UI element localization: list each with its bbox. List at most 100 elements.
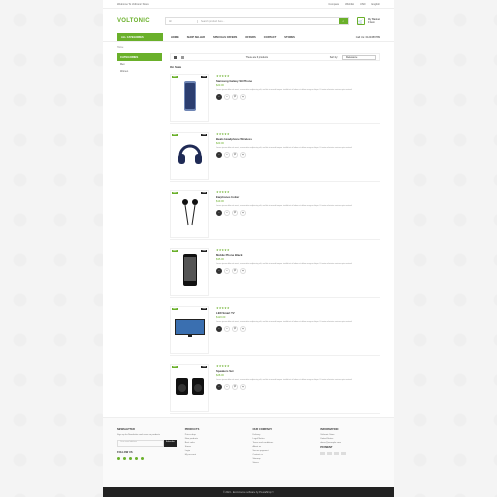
compare-icon[interactable]: ⇄ — [232, 209, 238, 216]
heart-icon[interactable]: ♥ — [224, 93, 230, 100]
product-item[interactable]: New Sale ★★★★★ Earphones In-Ear $19.00 L… — [170, 187, 380, 240]
quick-view-icon[interactable]: ◉ — [240, 209, 246, 216]
language-select[interactable]: English — [371, 3, 380, 6]
footer-link[interactable]: Sitemap — [253, 458, 313, 460]
product-price: $35.00 — [216, 258, 224, 261]
footer-link[interactable]: Stores — [185, 446, 245, 448]
heart-icon[interactable]: ♥ — [224, 209, 230, 216]
wishlist-link[interactable]: Wishlist — [345, 3, 354, 6]
sale-badge: Sale — [201, 76, 207, 78]
footer-link[interactable]: Contact us — [253, 454, 313, 456]
product-image[interactable]: New Sale — [170, 74, 209, 122]
main-area: CATEGORIES Men Women There are 6 product… — [103, 49, 394, 430]
cart-icon: 🛒 — [356, 17, 365, 25]
product-price: $120.00 — [216, 316, 226, 319]
footer-link[interactable]: Secure payment — [253, 450, 313, 452]
quick-view-icon[interactable]: ◉ — [240, 151, 246, 158]
footer-link[interactable]: Terms and conditions — [253, 442, 313, 444]
sidebar-item-women[interactable]: Women — [117, 68, 162, 75]
quick-view-icon[interactable]: ◉ — [240, 93, 246, 100]
footer-newsletter: NEWSLETTER Sign up for Newsletter and sa… — [117, 428, 177, 487]
footer-link[interactable]: My account — [185, 454, 245, 456]
product-name[interactable]: Speakers Set — [216, 369, 380, 373]
new-badge: New — [172, 192, 178, 194]
heart-icon[interactable]: ♥ — [224, 151, 230, 158]
footer-link[interactable]: Best sales — [185, 442, 245, 444]
sale-badge: Sale — [201, 250, 207, 252]
product-item[interactable]: New Sale ★★★★★ Mobile Phone Black $35.00… — [170, 245, 380, 298]
product-item[interactable]: New Sale ★★★★★ Speakers Set $28.00 Lorem… — [170, 361, 380, 414]
quick-view-icon[interactable]: ◉ — [240, 383, 246, 390]
product-image[interactable]: New Sale — [170, 364, 209, 412]
footer-link[interactable]: Prices drop — [185, 434, 245, 436]
currency-select[interactable]: USD — [360, 3, 365, 6]
quick-view-icon[interactable]: ◉ — [240, 267, 246, 274]
quick-view-icon[interactable]: ◉ — [240, 325, 246, 332]
rss-icon[interactable] — [129, 457, 132, 460]
compare-icon[interactable]: ⇄ — [232, 93, 238, 100]
newsletter-email-field[interactable]: Your email address — [117, 440, 164, 447]
product-name[interactable]: Mobile Phone Black — [216, 253, 380, 257]
facebook-icon[interactable] — [117, 457, 120, 460]
logo[interactable]: VOLTONIC — [117, 18, 157, 24]
product-name[interactable]: Earphones In-Ear — [216, 195, 380, 199]
search-input[interactable]: Search product here... — [198, 20, 339, 23]
compare-link[interactable]: Compare — [328, 3, 339, 6]
copyright: © 2024 - Ecommerce software by PrestaSho… — [103, 487, 394, 497]
subscribe-button[interactable]: Subscribe — [163, 440, 177, 447]
youtube-icon[interactable] — [135, 457, 138, 460]
search-category-select[interactable]: All — [166, 19, 198, 23]
nav-item-specials[interactable]: SPECIALS OFFERS — [213, 36, 237, 39]
product-image[interactable]: New Sale — [170, 248, 209, 296]
footer-link[interactable]: Stores — [253, 462, 313, 464]
sidebar-item-men[interactable]: Men — [117, 61, 162, 68]
grid-view-icon[interactable] — [174, 55, 177, 59]
product-name[interactable]: Beats Headphone Wireless — [216, 137, 380, 141]
new-badge: New — [172, 308, 178, 310]
add-to-cart-icon[interactable]: + — [216, 383, 222, 390]
product-name[interactable]: Samsung Galaxy S9 Phone — [216, 79, 380, 83]
heart-icon[interactable]: ♥ — [224, 383, 230, 390]
compare-icon[interactable]: ⇄ — [232, 325, 238, 332]
footer-link[interactable]: Delivery — [253, 434, 313, 436]
compare-icon[interactable]: ⇄ — [232, 267, 238, 274]
product-image[interactable]: New Sale — [170, 190, 209, 238]
sort-select[interactable]: Relevance — [341, 54, 376, 60]
breadcrumb[interactable]: Home — [103, 42, 394, 49]
twitter-icon[interactable] — [123, 457, 126, 460]
instagram-icon[interactable] — [141, 457, 144, 460]
add-to-cart-icon[interactable]: + — [216, 209, 222, 216]
search-button[interactable]: ⌕ — [338, 18, 348, 24]
product-price: $28.00 — [216, 374, 224, 377]
nav-item-contact[interactable]: CONTACT — [264, 36, 277, 39]
product-name[interactable]: LED Smart TV — [216, 311, 380, 315]
footer-company: OUR COMPANY Delivery Legal Notice Terms an… — [253, 428, 313, 487]
footer-link[interactable]: Legal Notice — [253, 438, 313, 440]
compare-icon[interactable]: ⇄ — [232, 151, 238, 158]
nav-item-home[interactable]: HOME — [171, 36, 179, 39]
product-item[interactable]: New Sale ★★★★★ Samsung Galaxy S9 Phone $… — [170, 71, 380, 124]
add-to-cart-icon[interactable]: + — [216, 325, 222, 332]
search-bar: All Search product here... ⌕ — [165, 17, 349, 25]
footer-link[interactable]: Login — [185, 450, 245, 452]
heart-icon[interactable]: ♥ — [224, 325, 230, 332]
cart[interactable]: 🛒 My Basket 0 item — [356, 17, 380, 25]
all-categories-button[interactable]: ALL CATEGORIES — [117, 33, 163, 41]
heart-icon[interactable]: ♥ — [224, 267, 230, 274]
list-view-icon[interactable] — [181, 55, 184, 59]
compare-icon[interactable]: ⇄ — [232, 383, 238, 390]
mastercard-icon — [327, 452, 333, 455]
nav-item-offers[interactable]: OFFERS — [245, 36, 256, 39]
product-item[interactable]: New Sale ★★★★★ Beats Headphone Wireless … — [170, 129, 380, 182]
product-image[interactable]: New Sale — [170, 132, 209, 180]
add-to-cart-icon[interactable]: + — [216, 151, 222, 158]
nav-item-stores[interactable]: STORES — [284, 36, 295, 39]
add-to-cart-icon[interactable]: + — [216, 267, 222, 274]
rating-stars: ★★★★★ — [216, 364, 230, 368]
product-item[interactable]: New Sale ★★★★★ LED Smart TV $120.00 Lore… — [170, 303, 380, 356]
footer-link[interactable]: New products — [185, 438, 245, 440]
add-to-cart-icon[interactable]: + — [216, 93, 222, 100]
footer-link[interactable]: About us — [253, 446, 313, 448]
product-image[interactable]: New Sale — [170, 306, 209, 354]
nav-item-shop-seller[interactable]: SHOP SELLER — [187, 36, 205, 39]
